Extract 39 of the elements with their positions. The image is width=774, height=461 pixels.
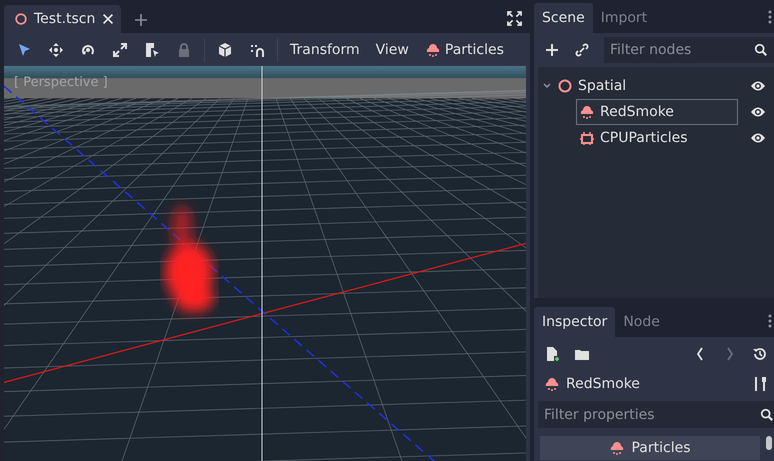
dock-tab[interactable]: Import — [592, 3, 656, 33]
cloud-icon — [424, 42, 441, 58]
cube-icon — [217, 42, 233, 58]
move-icon — [48, 42, 64, 58]
scale-icon — [112, 42, 128, 58]
link-icon[interactable] — [574, 42, 590, 58]
menu-button[interactable]: Transform — [282, 42, 368, 58]
new-resource-icon[interactable] — [544, 346, 560, 362]
ring-icon — [14, 12, 28, 26]
history-icon[interactable] — [752, 346, 768, 362]
add-icon[interactable] — [544, 42, 560, 58]
tree-item[interactable]: CPUParticles — [576, 125, 738, 151]
particles-menu-button[interactable]: Particles — [416, 42, 512, 58]
fullscreen-icon[interactable] — [507, 11, 522, 26]
pointer-icon — [16, 42, 32, 58]
ring-icon — [557, 78, 573, 94]
scrollbar[interactable] — [766, 436, 772, 450]
more-icon[interactable] — [768, 9, 772, 25]
tree-item[interactable]: Spatial — [554, 73, 738, 99]
dock-tab[interactable]: Node — [615, 307, 668, 337]
particles-section-header[interactable]: Particles — [540, 436, 760, 460]
dock-tab[interactable]: Inspector — [534, 307, 616, 337]
filter-nodes-field[interactable]: Filter nodes — [604, 37, 774, 63]
file-tab[interactable]: Test.tscn — [4, 5, 122, 33]
lock-icon — [176, 42, 192, 58]
tools-icon[interactable] — [752, 376, 768, 392]
cloud-icon — [579, 104, 595, 120]
dock-tab[interactable]: Scene — [534, 3, 593, 33]
filter-properties-field[interactable]: Filter properties — [538, 401, 774, 428]
object-name: RedSmoke — [566, 376, 640, 392]
close-icon[interactable] — [101, 12, 116, 26]
cloud-icon — [609, 440, 626, 456]
particles-node-icon — [579, 130, 595, 146]
more-icon[interactable] — [768, 313, 772, 329]
list-select-icon — [144, 42, 160, 58]
menu-button[interactable]: View — [368, 42, 417, 58]
cloud-icon — [544, 376, 560, 392]
add-tab-icon[interactable] — [133, 12, 150, 28]
tree-item[interactable]: RedSmoke — [576, 99, 738, 125]
